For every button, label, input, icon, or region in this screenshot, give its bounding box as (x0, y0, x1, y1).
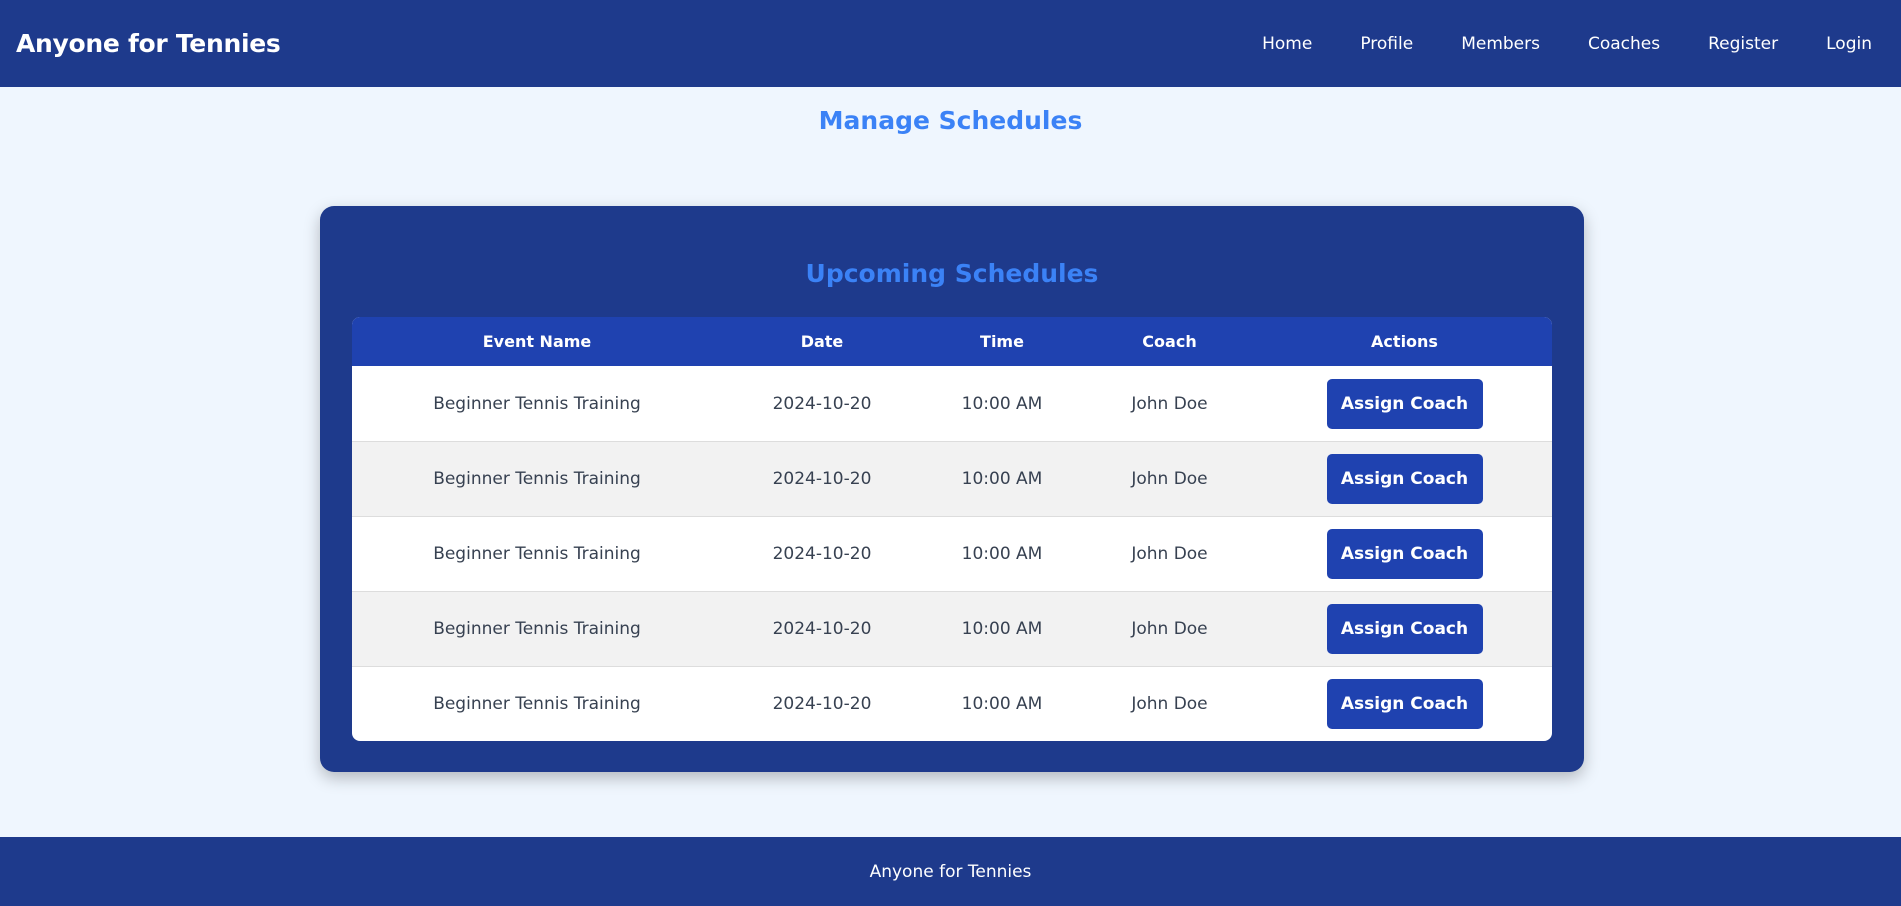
cell-coach: John Doe (1082, 666, 1257, 741)
schedules-card: Upcoming Schedules Event Name Date Time … (320, 206, 1584, 772)
column-header-time: Time (922, 317, 1082, 366)
cell-date: 2024-10-20 (722, 591, 922, 666)
card-title: Upcoming Schedules (805, 259, 1099, 288)
footer: Anyone for Tennies (0, 837, 1901, 906)
column-header-date: Date (722, 317, 922, 366)
table-header: Event Name Date Time Coach Actions (352, 317, 1552, 366)
assign-coach-button[interactable]: Assign Coach (1326, 604, 1483, 654)
column-header-actions: Actions (1257, 317, 1552, 366)
column-header-event-name: Event Name (352, 317, 722, 366)
nav-link-members[interactable]: Members (1461, 34, 1540, 54)
cell-date: 2024-10-20 (722, 441, 922, 516)
assign-coach-button[interactable]: Assign Coach (1326, 529, 1483, 579)
nav-link-login[interactable]: Login (1826, 34, 1872, 54)
table-row: Beginner Tennis Training 2024-10-20 10:0… (352, 516, 1552, 591)
cell-actions: Assign Coach (1257, 366, 1552, 441)
cell-date: 2024-10-20 (722, 516, 922, 591)
nav-link-profile[interactable]: Profile (1360, 34, 1413, 54)
cell-event-name: Beginner Tennis Training (352, 441, 722, 516)
nav-link-coaches[interactable]: Coaches (1588, 34, 1660, 54)
cell-coach: John Doe (1082, 591, 1257, 666)
cell-actions: Assign Coach (1257, 666, 1552, 741)
assign-coach-button[interactable]: Assign Coach (1326, 378, 1483, 429)
navbar: Anyone for Tennies Home Profile Members … (0, 0, 1901, 87)
cell-event-name: Beginner Tennis Training (352, 516, 722, 591)
cell-time: 10:00 AM (922, 516, 1082, 591)
table-body: Beginner Tennis Training 2024-10-20 10:0… (352, 366, 1552, 741)
table-header-row: Event Name Date Time Coach Actions (352, 317, 1552, 366)
cell-time: 10:00 AM (922, 591, 1082, 666)
cell-date: 2024-10-20 (772, 393, 872, 414)
cell-coach: John Doe (1082, 516, 1257, 591)
cell-actions: Assign Coach (1257, 591, 1552, 666)
nav-link-home[interactable]: Home (1262, 34, 1312, 54)
cell-coach: John Doe (1082, 441, 1257, 516)
page-title: Manage Schedules (818, 106, 1083, 135)
cell-actions: Assign Coach (1257, 441, 1552, 516)
table-row: Beginner Tennis Training 2024-10-20 10:0… (352, 591, 1552, 666)
cell-time: 10:00 AM (922, 441, 1082, 516)
assign-coach-button[interactable]: Assign Coach (1326, 454, 1483, 504)
cell-time: 10:00 AM (922, 666, 1082, 741)
schedules-table: Event Name Date Time Coach Actions Begin… (352, 317, 1552, 741)
table-row: Beginner Tennis Training 2024-10-20 10:0… (352, 666, 1552, 741)
cell-actions: Assign Coach (1257, 516, 1552, 591)
column-header-coach: Coach (1082, 317, 1257, 366)
cell-date: 2024-10-20 (722, 666, 922, 741)
nav-link-register[interactable]: Register (1708, 34, 1778, 54)
cell-event-name: Beginner Tennis Training (433, 393, 641, 414)
brand-logo-text[interactable]: Anyone for Tennies (16, 29, 281, 58)
cell-event-name: Beginner Tennis Training (352, 591, 722, 666)
nav-links: Home Profile Members Coaches Register Lo… (1214, 34, 1872, 54)
cell-coach: John Doe (1131, 393, 1208, 414)
footer-text: Anyone for Tennies (869, 861, 1032, 882)
cell-event-name: Beginner Tennis Training (352, 666, 722, 741)
cell-time: 10:00 AM (961, 393, 1043, 414)
table-row: Beginner Tennis Training 2024-10-20 10:0… (352, 441, 1552, 516)
assign-coach-button[interactable]: Assign Coach (1326, 679, 1483, 729)
table-row: Beginner Tennis Training 2024-10-20 10:0… (352, 366, 1552, 441)
